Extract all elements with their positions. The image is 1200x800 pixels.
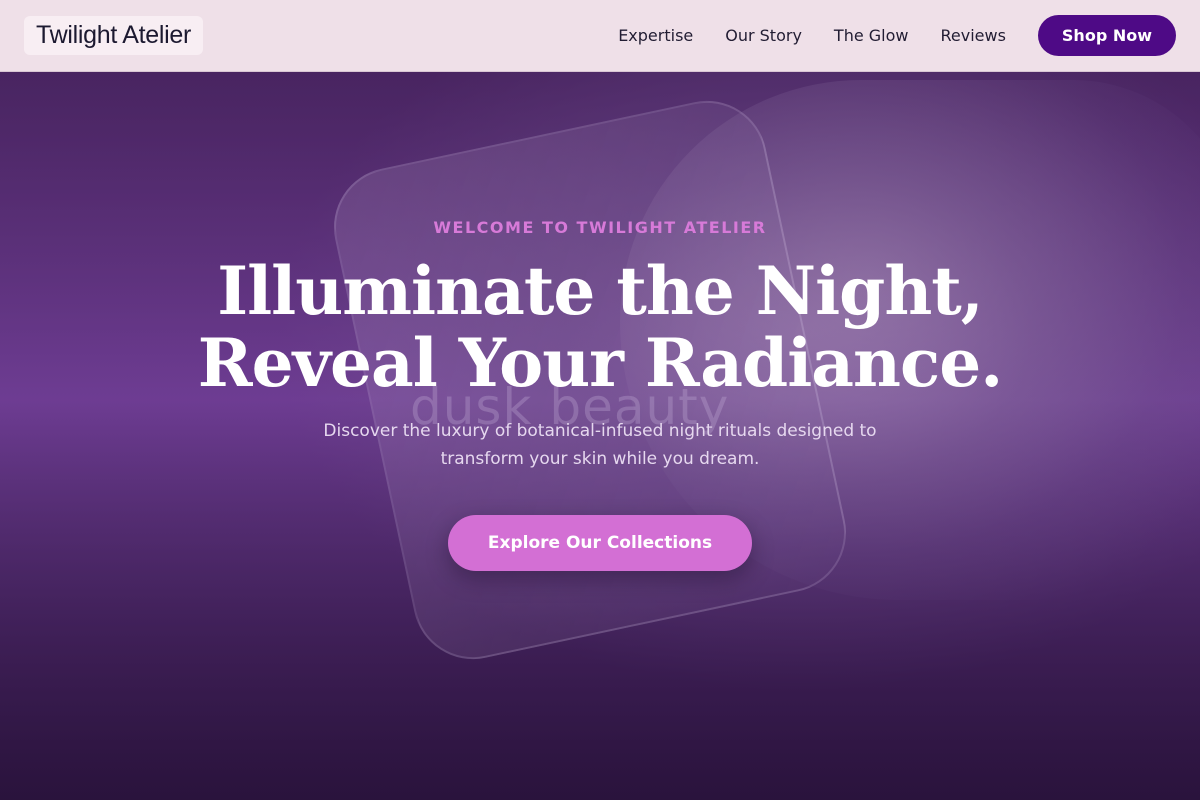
hero-headline-line1: Illuminate the Night, (217, 252, 984, 330)
hero-content: WELCOME TO TWILIGHT ATELIER Illuminate t… (0, 218, 1200, 571)
brand-logo[interactable]: Twilight Atelier (24, 16, 203, 55)
hero-section: dusk beauty WELCOME TO TWILIGHT ATELIER … (0, 0, 1200, 800)
shop-now-button[interactable]: Shop Now (1037, 15, 1176, 56)
hero-eyebrow: WELCOME TO TWILIGHT ATELIER (433, 218, 767, 237)
nav-link-the-glow[interactable]: The Glow (834, 26, 909, 45)
explore-collections-button[interactable]: Explore Our Collections (447, 515, 753, 571)
nav-links: Expertise Our Story The Glow Reviews Sho… (586, 15, 1176, 56)
hero-headline: Illuminate the Night, Reveal Your Radian… (0, 255, 1200, 399)
nav-link-expertise[interactable]: Expertise (618, 26, 693, 45)
nav-link-reviews[interactable]: Reviews (940, 26, 1005, 45)
top-navbar: Twilight Atelier Expertise Our Story The… (0, 0, 1200, 72)
hero-headline-line2: Reveal Your Radiance. (197, 324, 1003, 402)
nav-link-our-story[interactable]: Our Story (725, 26, 802, 45)
hero-subtext: Discover the luxury of botanical-infused… (323, 421, 877, 469)
